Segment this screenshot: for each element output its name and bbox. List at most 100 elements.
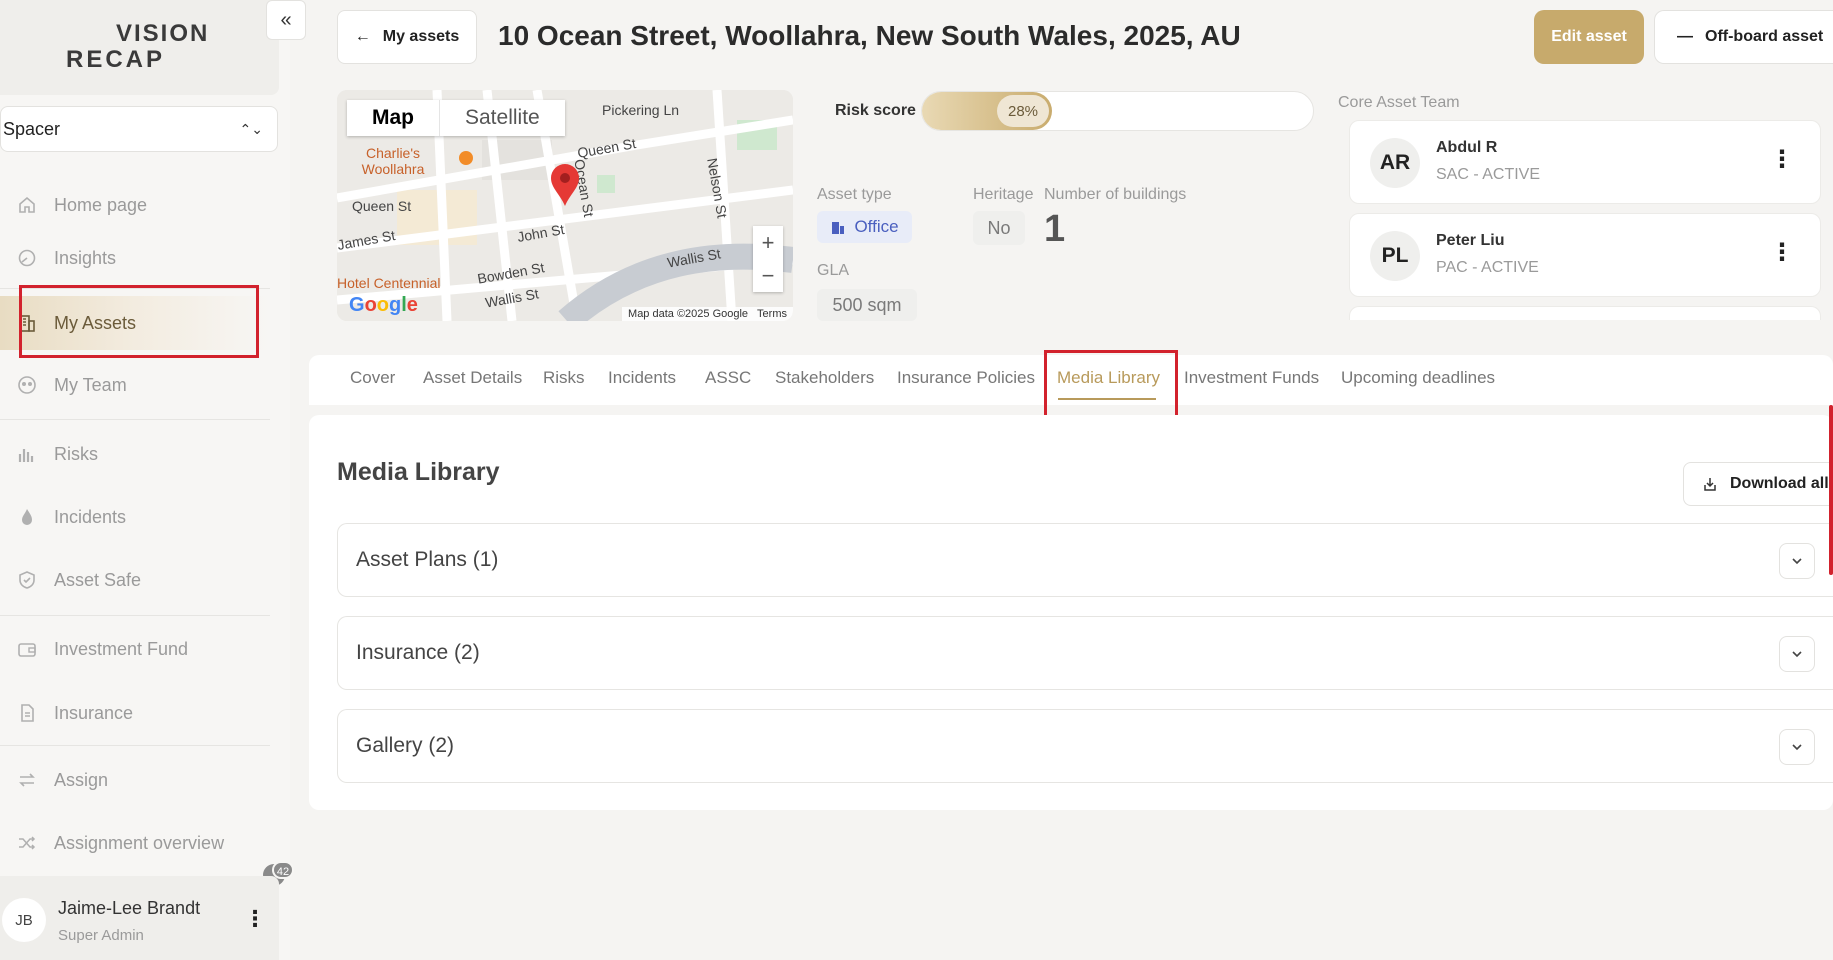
insights-icon bbox=[16, 247, 38, 269]
user-more-icon[interactable]: ⋮ bbox=[244, 906, 266, 932]
nav-assign[interactable]: Assign bbox=[0, 753, 270, 807]
section-title: Media Library bbox=[337, 458, 500, 486]
wallet-icon bbox=[16, 638, 38, 660]
chevron-down-icon[interactable] bbox=[1779, 729, 1815, 765]
core-team-title: Core Asset Team bbox=[1338, 94, 1460, 111]
risk-score-bar: 28% bbox=[921, 91, 1314, 131]
team-member-role: PAC - ACTIVE bbox=[1436, 259, 1539, 276]
avatar: JB bbox=[2, 898, 46, 942]
nav-insights[interactable]: Insights bbox=[0, 231, 270, 285]
nav-investment-fund[interactable]: Investment Fund bbox=[0, 622, 270, 676]
up-down-chevron-icon: ⌃⌄ bbox=[239, 120, 263, 137]
gla-label: GLA bbox=[817, 262, 850, 279]
map-type-toggle: Map Satellite bbox=[347, 100, 565, 136]
user-name: Jaime-Lee Brandt bbox=[58, 898, 201, 918]
accordion-label: Gallery (2) bbox=[356, 734, 455, 757]
risk-score-label: Risk score bbox=[835, 102, 916, 119]
tab-risks[interactable]: Risks bbox=[543, 368, 585, 388]
more-options-icon[interactable]: ⋮ bbox=[1770, 145, 1794, 174]
highlight-media-library bbox=[1044, 350, 1178, 418]
google-logo: Google bbox=[349, 294, 418, 316]
asset-type-badge: Office bbox=[817, 211, 912, 243]
avatar: PL bbox=[1370, 231, 1420, 281]
nav-risks[interactable]: Risks bbox=[0, 427, 270, 481]
highlight-my-assets bbox=[19, 285, 259, 358]
nav-divider bbox=[0, 615, 270, 616]
zoom-in-icon[interactable]: + bbox=[762, 230, 775, 256]
team-member-card[interactable]: AR Abdul R SAC - ACTIVE ⋮ bbox=[1349, 120, 1821, 204]
heritage-label: Heritage bbox=[973, 186, 1034, 203]
map-tab-satellite[interactable]: Satellite bbox=[440, 100, 565, 136]
collapse-sidebar-button[interactable]: « bbox=[266, 0, 306, 40]
tab-investment-funds[interactable]: Investment Funds bbox=[1184, 368, 1319, 388]
page-title: 10 Ocean Street, Woollahra, New South Wa… bbox=[498, 20, 1241, 51]
restaurant-pin-icon[interactable] bbox=[459, 151, 473, 165]
asset-map[interactable]: Map Satellite Pickering Ln Queen St Quee… bbox=[337, 90, 793, 321]
arrow-left-icon: ← bbox=[354, 28, 371, 45]
organization-select[interactable]: Spacer ⌃⌄ bbox=[0, 106, 278, 152]
shield-icon bbox=[16, 569, 38, 591]
team-member-card-partial[interactable] bbox=[1349, 306, 1821, 320]
user-role: Super Admin bbox=[58, 927, 144, 944]
minus-icon: — bbox=[1677, 28, 1693, 45]
team-member-name: Abdul R bbox=[1436, 139, 1498, 156]
map-terms-link[interactable]: Terms bbox=[757, 308, 787, 320]
accordion-label: Asset Plans (1) bbox=[356, 548, 499, 571]
tab-cover[interactable]: Cover bbox=[350, 368, 395, 388]
logo[interactable]: VISION RECAP bbox=[66, 22, 209, 72]
nav-home-page[interactable]: Home page bbox=[0, 178, 270, 232]
chevron-down-icon[interactable] bbox=[1779, 636, 1815, 672]
tab-stakeholders[interactable]: Stakeholders bbox=[775, 368, 874, 388]
swap-icon bbox=[16, 769, 38, 791]
chevron-down-icon[interactable] bbox=[1779, 543, 1815, 579]
tab-asset-details[interactable]: Asset Details bbox=[423, 368, 522, 388]
avatar: AR bbox=[1370, 138, 1420, 188]
map-tab-map[interactable]: Map bbox=[347, 100, 440, 136]
nav-divider bbox=[0, 419, 270, 420]
nav-assignment-overview[interactable]: Assignment overview bbox=[0, 816, 270, 870]
back-to-my-assets-button[interactable]: ← My assets bbox=[337, 10, 477, 64]
zoom-out-icon[interactable]: − bbox=[762, 263, 775, 289]
tab-upcoming-deadlines[interactable]: Upcoming deadlines bbox=[1341, 368, 1495, 388]
gla-value: 500 sqm bbox=[817, 289, 917, 321]
team-member-name: Peter Liu bbox=[1436, 232, 1505, 249]
user-profile[interactable]: JB Jaime-Lee Brandt Super Admin ⋮ bbox=[0, 876, 279, 960]
more-options-icon[interactable]: ⋮ bbox=[1770, 238, 1794, 267]
map-street-label: Pickering Ln bbox=[602, 102, 680, 118]
home-icon bbox=[16, 194, 38, 216]
nav-divider bbox=[0, 745, 270, 746]
map-street-label: Queen St bbox=[352, 198, 412, 214]
organization-select-value: Spacer bbox=[3, 118, 61, 139]
nav-incidents[interactable]: Incidents bbox=[0, 490, 270, 544]
tab-insurance-policies[interactable]: Insurance Policies bbox=[897, 368, 1035, 388]
tab-assc[interactable]: ASSC bbox=[705, 368, 751, 388]
map-attribution: Map data ©2025 Google Terms bbox=[622, 307, 793, 321]
nav-asset-safe[interactable]: Asset Safe bbox=[0, 553, 270, 607]
heritage-value: No bbox=[973, 211, 1025, 245]
tab-incidents[interactable]: Incidents bbox=[608, 368, 676, 388]
offboard-asset-button[interactable]: — Off-board asset bbox=[1654, 10, 1833, 64]
accordion-insurance[interactable]: Insurance (2) bbox=[337, 616, 1833, 690]
accordion-asset-plans[interactable]: Asset Plans (1) bbox=[337, 523, 1833, 597]
bar-chart-icon bbox=[16, 443, 38, 465]
team-member-card[interactable]: PL Peter Liu PAC - ACTIVE ⋮ bbox=[1349, 213, 1821, 297]
office-building-icon bbox=[832, 222, 845, 234]
document-icon bbox=[16, 702, 38, 724]
edit-asset-button[interactable]: Edit asset bbox=[1534, 10, 1644, 64]
flame-icon bbox=[16, 506, 38, 528]
shuffle-icon bbox=[16, 832, 38, 854]
sidebar: VISION RECAP « Spacer ⌃⌄ Home page Insig… bbox=[0, 0, 306, 960]
buildings-value: 1 bbox=[1044, 208, 1066, 250]
location-pin-icon[interactable] bbox=[548, 162, 582, 206]
edge-indicator bbox=[1829, 405, 1833, 575]
team-icon bbox=[16, 374, 38, 396]
asset-type-label: Asset type bbox=[817, 186, 892, 203]
nav-insurance[interactable]: Insurance bbox=[0, 686, 270, 740]
team-member-role: SAC - ACTIVE bbox=[1436, 166, 1541, 183]
accordion-gallery[interactable]: Gallery (2) bbox=[337, 709, 1833, 783]
buildings-label: Number of buildings bbox=[1044, 186, 1187, 203]
nav-my-team[interactable]: My Team bbox=[0, 358, 270, 412]
logo-area: VISION RECAP bbox=[0, 0, 279, 95]
risk-score-value: 28% bbox=[997, 95, 1049, 127]
download-all-button[interactable]: Download all bbox=[1683, 462, 1833, 506]
